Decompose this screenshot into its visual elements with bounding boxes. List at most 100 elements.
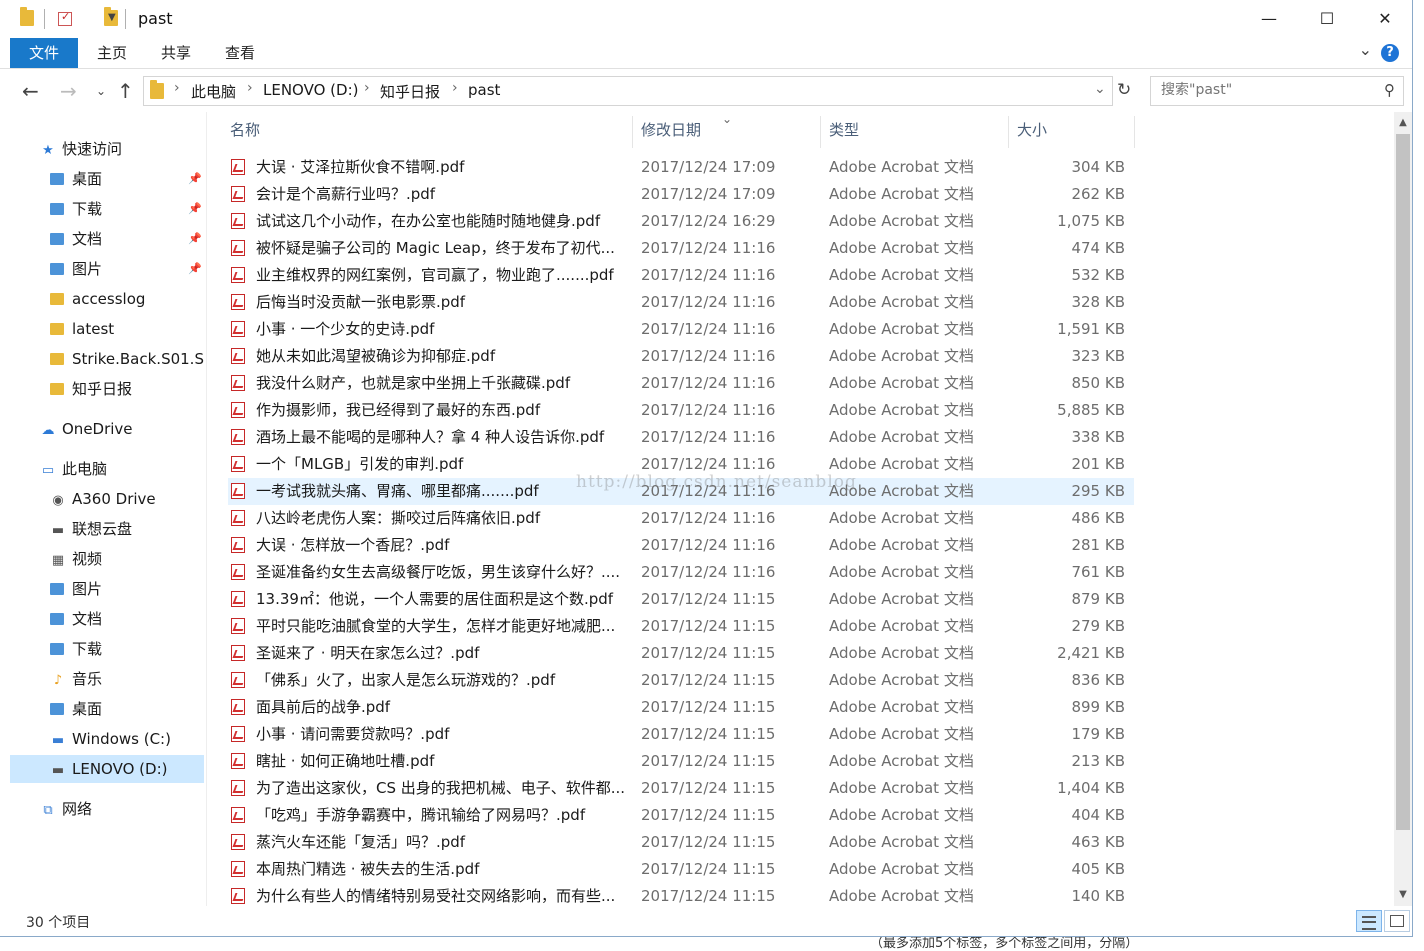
breadcrumb-past[interactable]: past <box>468 81 500 99</box>
file-row[interactable]: 小事 · 一个少女的史诗.pdf 2017/12/24 11:16 Adobe Ac… <box>228 316 1134 343</box>
sidebar-item-pictures-folder[interactable]: 图片 <box>10 255 102 283</box>
maximize-button[interactable]: ☐ <box>1298 0 1356 38</box>
sidebar-item-drive[interactable]: ▬ LENOVO (D:) <box>10 755 204 783</box>
sidebar-item-windows-drive[interactable]: ▬ Windows (C:) <box>10 725 171 753</box>
minimize-button[interactable]: — <box>1240 0 1298 38</box>
file-row[interactable]: 她从未如此渴望被确诊为抑郁症.pdf 2017/12/24 11:16 Adobe … <box>228 343 1134 370</box>
customize-toolbar-chevron-icon[interactable]: ▼ <box>108 12 116 30</box>
file-row[interactable]: 「吃鸡」手游争霸赛中，腾讯输给了网易吗？.pdf 2017/12/24 11:15… <box>228 802 1134 829</box>
breadcrumb-this-pc[interactable]: 此电脑 <box>191 81 236 102</box>
sidebar-item-desktop-folder[interactable]: 桌面 <box>10 695 102 723</box>
file-type: Adobe Acrobat 文档 <box>829 212 974 230</box>
pdf-file-icon <box>231 429 245 445</box>
up-arrow-icon[interactable]: ↑ <box>117 79 134 103</box>
sidebar-item-a360-drive[interactable]: ◉ A360 Drive <box>10 485 155 513</box>
file-row[interactable]: 小事 · 请问需要贷款吗？.pdf 2017/12/24 11:15 Adobe A… <box>228 721 1134 748</box>
file-row[interactable]: 瞎扯 · 如何正确地吐槽.pdf 2017/12/24 11:15 Adobe Ac… <box>228 748 1134 775</box>
file-size: 836 KB <box>1071 671 1125 689</box>
sidebar-item-computer[interactable]: ▭ 此电脑 <box>10 455 107 483</box>
file-row[interactable]: 被怀疑是骗子公司的 Magic Leap，终于发布了初代... 2017/12/2… <box>228 235 1134 262</box>
sidebar-item-folder[interactable]: 知乎日报 <box>10 375 132 403</box>
sidebar-item-download-folder[interactable]: 下载 <box>10 195 102 223</box>
file-type: Adobe Acrobat 文档 <box>829 698 974 716</box>
tab-file[interactable]: 文件 <box>10 38 78 68</box>
search-box[interactable]: ⚲ <box>1150 76 1404 106</box>
column-header-name[interactable]: 名称 <box>222 112 630 148</box>
file-row[interactable]: 八达岭老虎伤人案：撕咬过后阵痛依旧.pdf 2017/12/24 11:16 Ado… <box>228 505 1134 532</box>
properties-icon[interactable]: ✓ <box>58 10 72 26</box>
file-row[interactable]: 后悔当时没贡献一张电影票.pdf 2017/12/24 11:16 Adobe Ac… <box>228 289 1134 316</box>
forward-arrow-icon[interactable]: → <box>60 79 77 103</box>
column-header-type[interactable]: 类型 <box>821 112 1004 148</box>
file-row[interactable]: 业主维权界的网红案例，官司赢了，物业跑了.......pdf 2017/12/24… <box>228 262 1134 289</box>
file-size: 295 KB <box>1071 482 1125 500</box>
pin-icon[interactable]: 📌 <box>188 172 202 185</box>
sidebar-item-lenovo-cloud[interactable]: ▬ 联想云盘 <box>10 515 132 543</box>
file-row[interactable]: 试试这几个小动作，在办公室也能随时随地健身.pdf 2017/12/24 16:2… <box>228 208 1134 235</box>
refresh-icon[interactable]: ↻ <box>1117 80 1131 100</box>
sidebar-item-documents-folder[interactable]: 文档 <box>10 605 102 633</box>
breadcrumb-separator-icon[interactable]: › <box>452 80 458 96</box>
column-header-size[interactable]: 大小 <box>1009 112 1137 148</box>
sidebar-item-cloud[interactable]: ☁ OneDrive <box>10 415 133 443</box>
pin-icon[interactable]: 📌 <box>188 232 202 245</box>
tab-view[interactable]: 查看 <box>218 38 262 68</box>
sidebar-item-network[interactable]: ⧉ 网络 <box>10 795 92 823</box>
breadcrumb-zhihu-daily[interactable]: 知乎日报 <box>380 81 440 102</box>
column-separator[interactable] <box>1134 116 1135 148</box>
scroll-thumb[interactable] <box>1396 134 1410 830</box>
sidebar-item-music-folder[interactable]: ♪ 音乐 <box>10 665 102 693</box>
file-row[interactable]: 13.39㎡：他说，一个人需要的居住面积是这个数.pdf 2017/12/24 1… <box>228 586 1134 613</box>
scroll-down-arrow-icon[interactable]: ▼ <box>1394 886 1412 904</box>
tab-share[interactable]: 共享 <box>154 38 198 68</box>
address-bar[interactable]: › 此电脑 › LENOVO (D:) › 知乎日报 › past ⌄ <box>143 76 1113 106</box>
recent-locations-chevron-icon[interactable]: ⌄ <box>96 84 106 98</box>
sidebar-item-download-folder[interactable]: 下载 <box>10 635 102 663</box>
file-row[interactable]: 「佛系」火了，出家人是怎么玩游戏的？.pdf 2017/12/24 11:15 Ad… <box>228 667 1134 694</box>
file-row[interactable]: 平时只能吃油腻食堂的大学生，怎样才能更好地减肥... 2017/12/24 11:… <box>228 613 1134 640</box>
file-row[interactable]: 大误 · 艾泽拉斯伙食不错啊.pdf 2017/12/24 17:09 Adobe … <box>228 154 1134 181</box>
expand-ribbon-chevron-icon[interactable]: ⌄ <box>1359 40 1372 59</box>
search-input[interactable] <box>1159 81 1363 99</box>
address-history-chevron-icon[interactable]: ⌄ <box>1094 81 1106 97</box>
sidebar-item-star[interactable]: ★ 快速访问 <box>10 135 122 163</box>
file-row[interactable]: 面具前后的战争.pdf 2017/12/24 11:15 Adobe Acrobat… <box>228 694 1134 721</box>
column-header-modified[interactable]: 修改日期 <box>633 112 816 148</box>
sidebar-item-folder[interactable]: latest <box>10 315 114 343</box>
file-size: 532 KB <box>1071 266 1125 284</box>
sidebar-item-documents-folder[interactable]: 文档 <box>10 225 102 253</box>
help-icon[interactable]: ? <box>1381 44 1399 62</box>
breadcrumb-separator-icon[interactable]: › <box>174 80 180 96</box>
sidebar-item-videos-folder[interactable]: ▦ 视频 <box>10 545 102 573</box>
sidebar-item-folder[interactable]: accesslog <box>10 285 145 313</box>
search-icon[interactable]: ⚲ <box>1384 81 1395 99</box>
details-view-button[interactable] <box>1356 910 1382 932</box>
back-arrow-icon[interactable]: ← <box>22 79 39 103</box>
sidebar-item-pictures-folder[interactable]: 图片 <box>10 575 102 603</box>
file-row[interactable]: 酒场上最不能喝的是哪种人？拿 4 种人设告诉你.pdf 2017/12/24 11… <box>228 424 1134 451</box>
pin-icon[interactable]: 📌 <box>188 262 202 275</box>
tab-home[interactable]: 主页 <box>90 38 134 68</box>
file-row[interactable]: 为什么有些人的情绪特别易受社交网络影响，而有些... 2017/12/24 11:… <box>228 883 1134 906</box>
lenovo-cloud-icon: ▬ <box>51 523 65 538</box>
breadcrumb-separator-icon[interactable]: › <box>364 80 370 96</box>
file-row[interactable]: 蒸汽火车还能「复活」吗？.pdf 2017/12/24 11:15 Adobe Ac… <box>228 829 1134 856</box>
file-row[interactable]: 作为摄影师，我已经得到了最好的东西.pdf 2017/12/24 11:16 Ado… <box>228 397 1134 424</box>
breadcrumb-lenovo-d[interactable]: LENOVO (D:) <box>263 81 358 99</box>
pane-divider[interactable] <box>206 112 207 906</box>
file-row[interactable]: 圣诞准备约女生去高级餐厅吃饭，男生该穿什么好？.... 2017/12/24 11… <box>228 559 1134 586</box>
sidebar-item-folder[interactable]: Strike.Back.S01.Se <box>10 345 204 373</box>
file-row[interactable]: 本周热门精选 · 被失去的生活.pdf 2017/12/24 11:15 Adobe… <box>228 856 1134 883</box>
vertical-scrollbar[interactable]: ▲ ▼ <box>1394 112 1412 906</box>
close-button[interactable]: ✕ <box>1356 0 1414 38</box>
file-row[interactable]: 会计是个高薪行业吗？.pdf 2017/12/24 17:09 Adobe Acro… <box>228 181 1134 208</box>
pin-icon[interactable]: 📌 <box>188 202 202 215</box>
breadcrumb-separator-icon[interactable]: › <box>247 80 253 96</box>
file-row[interactable]: 我没什么财产，也就是家中坐拥上千张藏碟.pdf 2017/12/24 11:16 A… <box>228 370 1134 397</box>
large-icons-view-button[interactable] <box>1384 910 1410 932</box>
file-row[interactable]: 大误 · 怎样放一个香屁？.pdf 2017/12/24 11:16 Adobe A… <box>228 532 1134 559</box>
sidebar-item-desktop-folder[interactable]: 桌面 <box>10 165 102 193</box>
file-row[interactable]: 圣诞来了 · 明天在家怎么过？.pdf 2017/12/24 11:15 Adobe… <box>228 640 1134 667</box>
scroll-up-arrow-icon[interactable]: ▲ <box>1394 114 1412 132</box>
file-row[interactable]: 为了造出这家伙，CS 出身的我把机械、电子、软件都... 2017/12/24 1… <box>228 775 1134 802</box>
